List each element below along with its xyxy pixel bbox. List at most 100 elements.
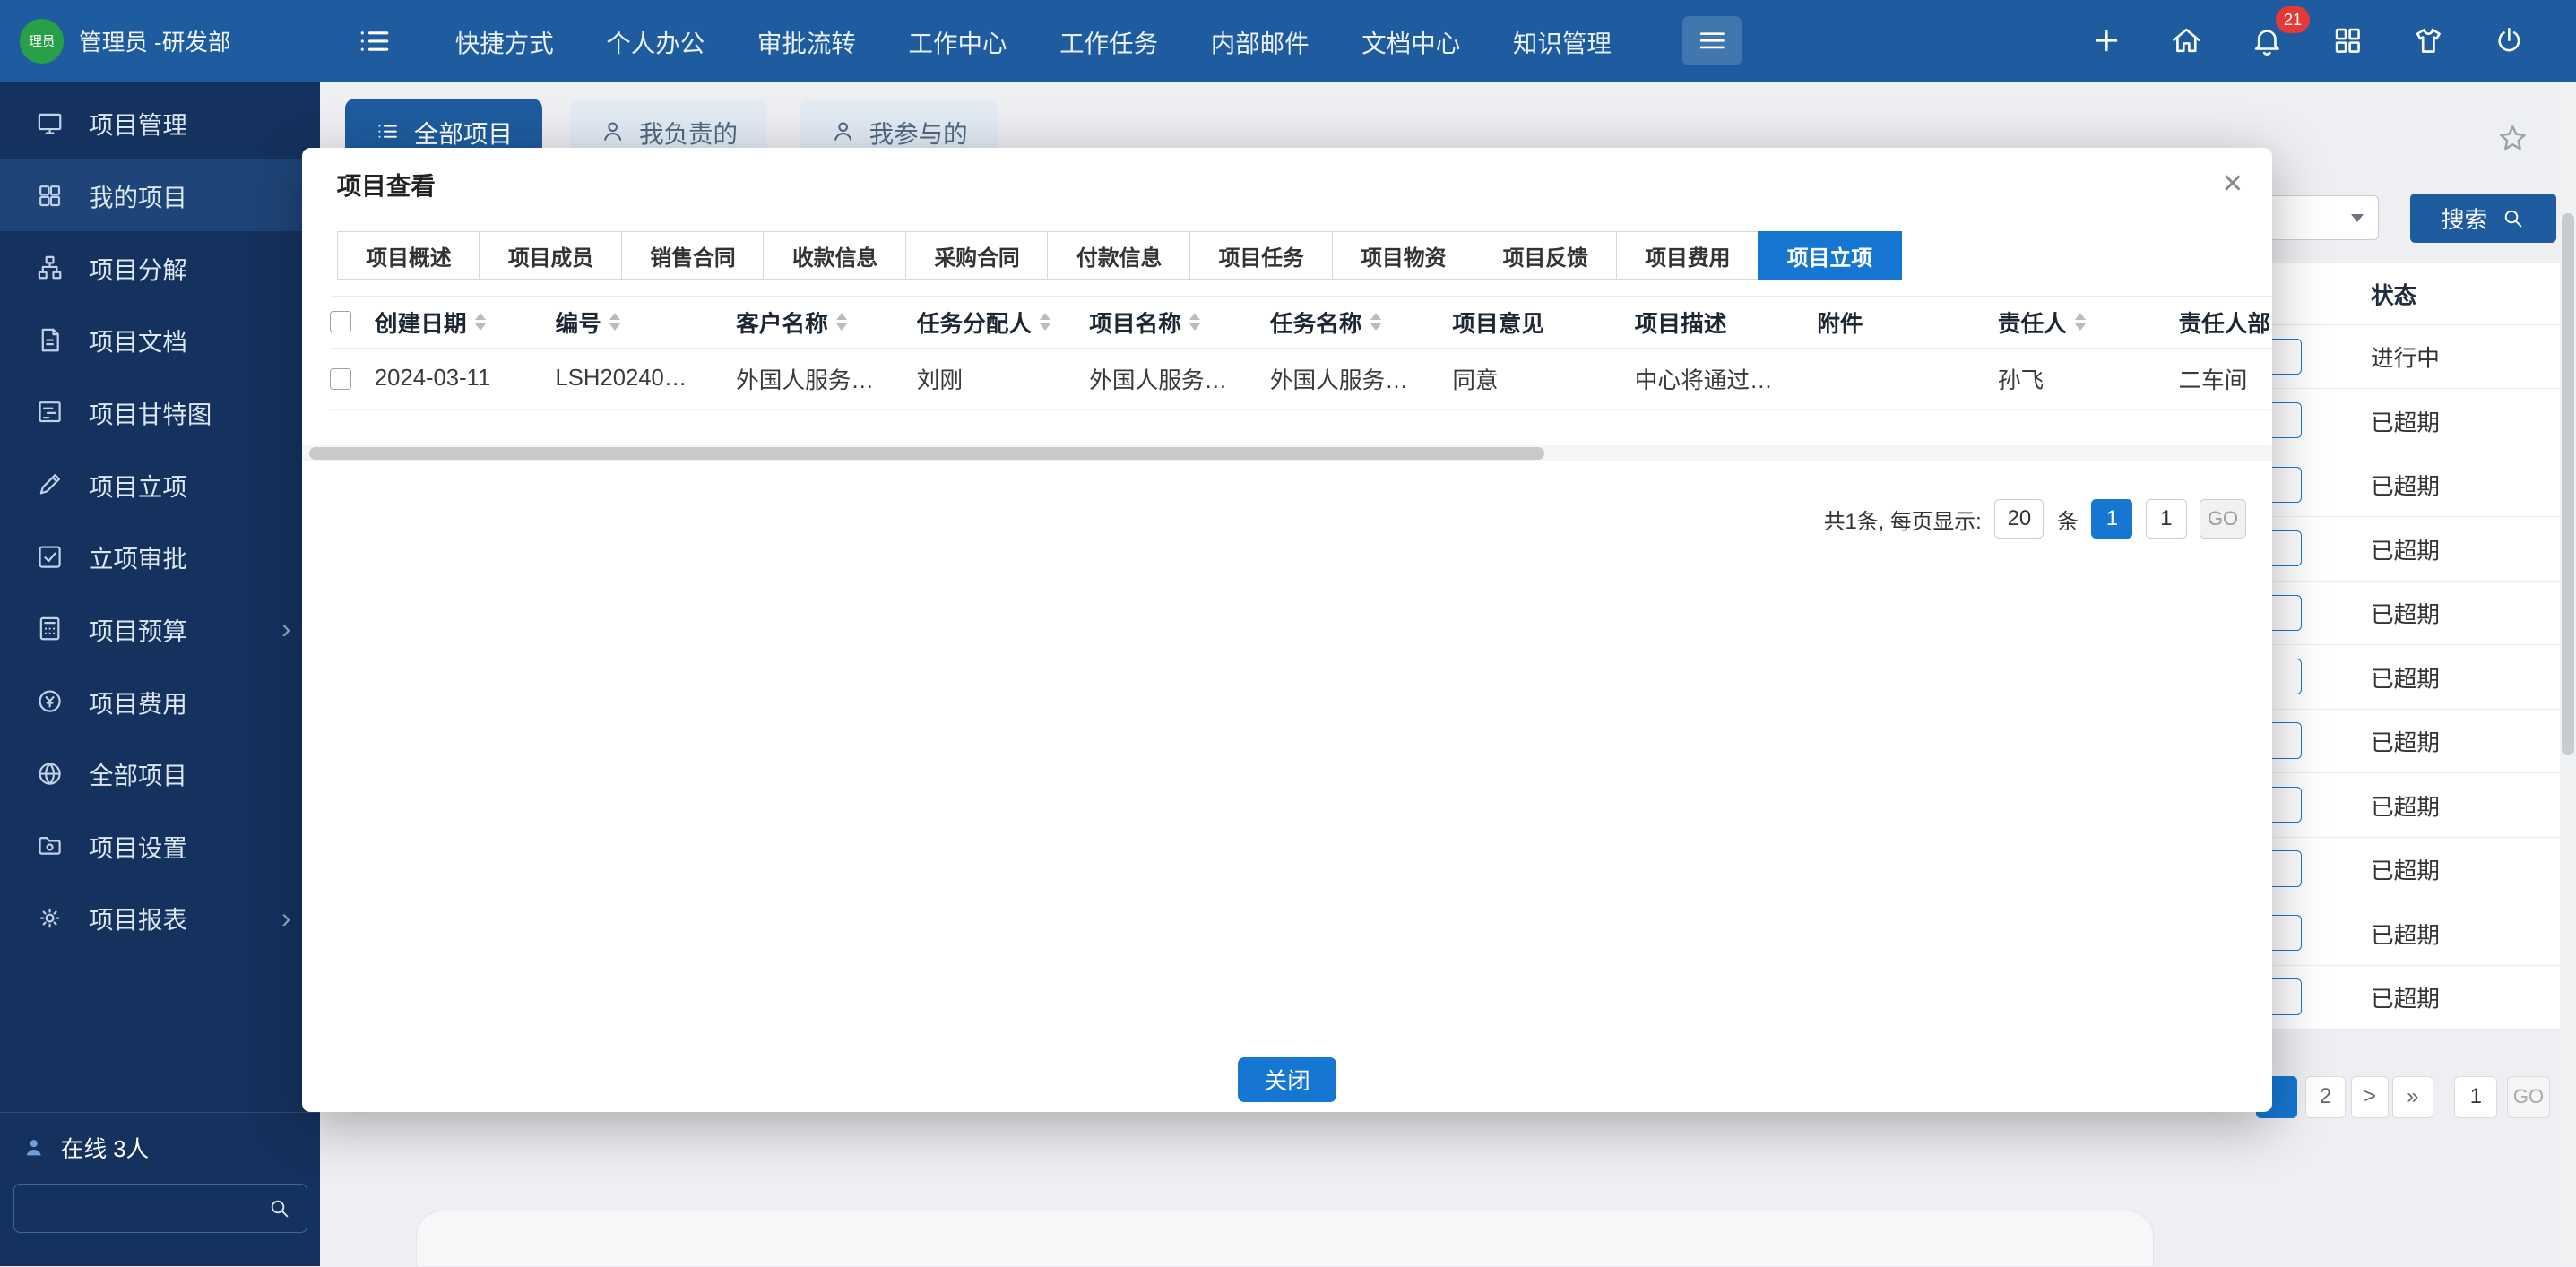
horizontal-scrollbar [302,444,2273,462]
topbar: 理员 管理员 -研发部 快捷方式 个人办公 审批流转 工作中心 工作任务 内部邮件 文档中心… [0,0,2576,82]
modal-tab[interactable]: 项目立项 [1758,231,1902,280]
topnav-item[interactable]: 内部邮件 [1211,23,1310,59]
modal-tab[interactable]: 收款信息 [763,231,907,280]
table-row[interactable]: 2024-03-11 LSH20240… 外国人服务… 刘刚 外国人服务… 外国… [330,349,2273,411]
column-header[interactable]: 附件 [1817,306,1998,339]
topnav-item[interactable]: 知识管理 [1513,23,1612,59]
pen-icon [36,470,64,498]
column-header[interactable]: 责任人 [1998,306,2179,339]
page-size-input[interactable] [1994,499,2044,539]
modal-tab[interactable]: 项目任务 [1189,231,1334,280]
topnav-item[interactable]: 工作任务 [1059,23,1158,59]
table-cell: 孙飞 [1997,368,2044,394]
sidebar-item-project-reports[interactable]: 项目报表 [0,882,320,954]
theme-shirt-icon[interactable] [2412,24,2445,57]
status-column-header[interactable]: 状态 [2371,277,2416,310]
bg-page-jump-input[interactable] [2454,1075,2498,1119]
bg-page-2-button[interactable]: 2 [2304,1075,2347,1119]
sidebar-item-project-management[interactable]: 项目管理 [0,87,320,159]
sidebar-item-project-gantt[interactable]: 项目甘特图 [0,376,320,449]
sidebar-item-label: 项目分解 [88,255,187,284]
sidebar-item-project-budget[interactable]: 项目预算 [0,593,320,666]
board-icon [36,109,64,137]
column-header[interactable]: 任务名称 [1270,306,1452,339]
power-icon[interactable] [2493,24,2526,57]
column-header[interactable]: 创建日期 [375,306,556,339]
sidebar-item-project-breakdown[interactable]: 项目分解 [0,231,320,304]
tree-icon [36,254,64,281]
topnav-item[interactable]: 快捷方式 [455,23,554,59]
sidebar-item-project-settings[interactable]: 项目设置 [0,810,320,883]
sidebar-item-my-projects[interactable]: 我的项目 [0,159,321,232]
favorite-star-icon[interactable] [2497,123,2528,154]
modal-tab[interactable]: 采购合同 [904,231,1050,280]
column-header-label: 任务名称 [1269,311,1362,337]
modal-tab[interactable]: 销售合同 [620,231,765,280]
close-button[interactable]: 关闭 [1238,1057,1337,1102]
search-icon[interactable] [267,1196,291,1220]
go-button[interactable]: GO [2200,499,2246,539]
bg-last-page-button[interactable]: » [2391,1075,2433,1119]
select-all-checkbox[interactable] [330,311,352,333]
table-cell: 外国人服务… [1089,368,1228,394]
column-header-label: 客户名称 [736,311,828,337]
sort-arrows-icon [1189,312,1201,332]
status-value: 已超期 [2370,539,2440,565]
notifications-bell-icon[interactable]: 21 [2251,6,2311,57]
page-jump-input[interactable] [2145,499,2187,539]
sidebar-item-initiation-approval[interactable]: 立项审批 [0,521,320,593]
horizontal-scrollbar-thumb[interactable] [308,446,1544,461]
column-header[interactable]: 客户名称 [736,306,917,339]
close-icon[interactable]: × [2223,166,2243,202]
column-header[interactable]: 编号 [556,306,737,339]
topnav-item[interactable]: 工作中心 [909,23,1007,59]
topbar-icon-group: 21 [2090,0,2526,82]
table-cell: 外国人服务… [736,368,875,394]
column-header[interactable]: 任务分配人 [917,306,1089,339]
row-checkbox[interactable] [330,367,352,390]
sidebar-item-all-projects[interactable]: 全部项目 [0,737,320,810]
modal-tab[interactable]: 项目概述 [336,231,481,280]
home-icon[interactable] [2170,24,2203,57]
modal-tab[interactable]: 项目反馈 [1474,231,1618,280]
search-button[interactable]: 搜索 [2409,194,2557,244]
column-header[interactable]: 项目意见 [1452,306,1634,339]
bg-next-page-button[interactable]: > [2351,1075,2390,1119]
filter-tab-label: 我负责的 [639,119,738,148]
column-header-label: 责任人部门 [2178,311,2272,337]
more-menus-icon[interactable] [1681,16,1742,66]
sort-arrows-icon [474,312,486,332]
user-info[interactable]: 理员 管理员 -研发部 [19,0,231,82]
column-header[interactable]: 项目名称 [1089,306,1270,339]
sort-arrows-icon [2074,312,2086,332]
column-header[interactable]: 责任人部门 [2178,306,2272,339]
column-header[interactable]: 项目描述 [1635,306,1817,339]
sort-arrows-icon [835,312,847,332]
topnav-item[interactable]: 个人办公 [606,23,705,59]
current-page-button[interactable]: 1 [2091,499,2133,539]
topnav-item[interactable]: 审批流转 [757,23,856,59]
modal-tab[interactable]: 项目费用 [1615,231,1760,280]
sidebar-item-label: 项目报表 [88,906,187,935]
sidebar-item-project-initiation[interactable]: 项目立项 [0,448,320,521]
search-icon [2501,206,2525,230]
modal-tab[interactable]: 项目成员 [479,231,623,280]
gear-icon [36,904,64,932]
modal-tab[interactable]: 项目物资 [1331,231,1475,280]
apps-grid-icon[interactable] [2331,24,2364,57]
sidebar-item-project-expenses[interactable]: 项目费用 [0,665,320,737]
bg-go-button[interactable]: GO [2507,1075,2550,1119]
select-all-cell [330,311,374,333]
sidebar-item-project-documents[interactable]: 项目文档 [0,304,320,376]
topnav-item[interactable]: 文档中心 [1361,23,1460,59]
search-button-label: 搜索 [2441,208,2488,234]
column-header-label: 创建日期 [374,311,467,337]
sort-arrows-icon [609,312,620,332]
menu-toggle-icon[interactable] [355,22,394,61]
modal-tab[interactable]: 付款信息 [1047,231,1191,280]
vertical-scrollbar-thumb[interactable] [2561,213,2575,756]
caret-down-icon [2350,214,2364,223]
add-icon[interactable] [2090,24,2123,57]
top-nav: 快捷方式 个人办公 审批流转 工作中心 工作任务 内部邮件 文档中心 知识管理 [455,0,1612,82]
sidebar-search-input[interactable] [29,1195,267,1221]
